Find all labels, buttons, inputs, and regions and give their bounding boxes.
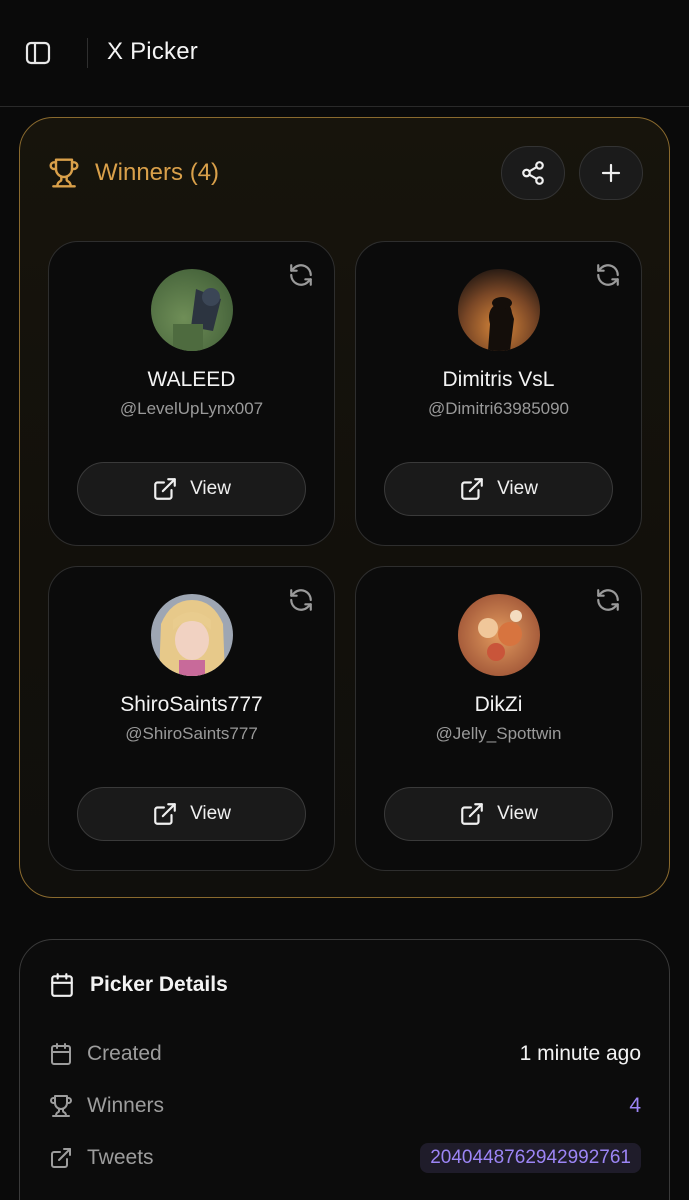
- refresh-icon[interactable]: [595, 587, 621, 613]
- winner-handle: @ShiroSaints777: [125, 724, 258, 743]
- winner-handle: @LevelUpLynx007: [119, 399, 264, 418]
- detail-row-winners: Winners 4: [49, 1090, 641, 1122]
- app-root: X Picker Winners (4) WALEED @LevelUpLynx…: [0, 0, 689, 1200]
- view-profile-button[interactable]: View: [77, 462, 306, 516]
- view-profile-button[interactable]: View: [384, 787, 613, 841]
- header-divider: [87, 38, 88, 68]
- row-value: 4: [629, 1094, 641, 1117]
- food-plate-avatar: [458, 594, 540, 676]
- calendar-icon: [51, 973, 73, 997]
- external-link-icon: [154, 478, 176, 500]
- winner-name: DikZi: [474, 693, 523, 716]
- share-button[interactable]: [501, 146, 565, 200]
- external-link-icon: [461, 803, 483, 825]
- details-header: Picker Details: [49, 972, 228, 998]
- winner-name: Dimitris VsL: [442, 368, 555, 391]
- details-title: Picker Details: [90, 973, 228, 996]
- view-label: View: [190, 478, 231, 499]
- winner-tile: ShiroSaints777 @ShiroSaints777 View: [48, 566, 335, 871]
- winner-name: WALEED: [147, 368, 236, 391]
- sidebar-toggle-icon[interactable]: [24, 40, 52, 66]
- winner-tile: WALEED @LevelUpLynx007 View: [48, 241, 335, 546]
- winners-card: Winners (4) WALEED @LevelUpLynx007 View …: [19, 117, 670, 898]
- row-value: 1 minute ago: [519, 1042, 641, 1065]
- top-header: X Picker: [0, 0, 689, 107]
- view-label: View: [190, 803, 231, 824]
- winner-handle: @Dimitri63985090: [427, 399, 570, 418]
- row-label: Created: [87, 1042, 162, 1065]
- refresh-icon[interactable]: [288, 587, 314, 613]
- winners-header: Winners (4): [48, 156, 219, 190]
- winners-title: Winners (4): [95, 159, 220, 186]
- detail-row-tweets: Tweets 2040448762942992761: [49, 1142, 641, 1174]
- plus-icon: [601, 163, 621, 183]
- external-link-icon: [154, 803, 176, 825]
- winner-tile: DikZi @Jelly_Spottwin View: [355, 566, 642, 871]
- detail-row-created: Created 1 minute ago: [49, 1038, 641, 1070]
- external-link-icon: [51, 1148, 71, 1168]
- green-scene-avatar: [151, 269, 233, 351]
- calendar-icon: [51, 1043, 71, 1065]
- refresh-icon[interactable]: [288, 262, 314, 288]
- view-profile-button[interactable]: View: [384, 462, 613, 516]
- trophy-icon: [48, 156, 80, 190]
- refresh-icon[interactable]: [595, 262, 621, 288]
- view-label: View: [497, 478, 538, 499]
- sunset-silhouette-avatar: [458, 269, 540, 351]
- view-profile-button[interactable]: View: [77, 787, 306, 841]
- add-button[interactable]: [579, 146, 643, 200]
- winner-tile: Dimitris VsL @Dimitri63985090 View: [355, 241, 642, 546]
- row-label: Winners: [87, 1094, 165, 1117]
- trophy-icon: [50, 1095, 72, 1117]
- blonde-character-avatar: [151, 594, 233, 676]
- winner-handle: @Jelly_Spottwin: [435, 724, 562, 743]
- view-label: View: [497, 803, 538, 824]
- tweet-id-link[interactable]: 2040448762942992761: [420, 1143, 641, 1173]
- winner-name: ShiroSaints777: [120, 693, 263, 716]
- picker-details-card: Picker Details Created 1 minute ago Winn…: [19, 939, 670, 1200]
- app-title: X Picker: [107, 38, 198, 65]
- row-label: Tweets: [87, 1146, 154, 1169]
- share-icon: [522, 161, 544, 185]
- external-link-icon: [461, 478, 483, 500]
